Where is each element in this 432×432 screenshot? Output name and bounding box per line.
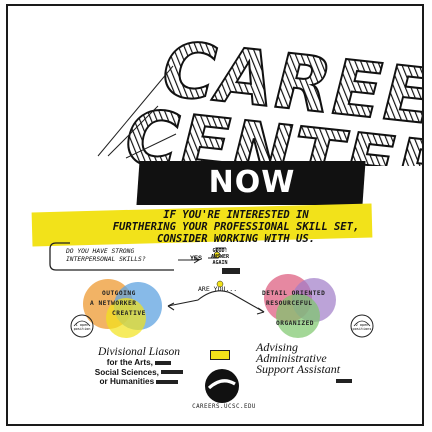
- question-line-1: DO YOU HAVE STRONG: [66, 248, 135, 255]
- trait-detail-oriented: DETAIL ORIENTED: [262, 290, 326, 297]
- right-badge-text: 2 open positions: [352, 323, 372, 331]
- small-sticker-icon: [210, 350, 230, 360]
- trait-resourceful: RESOURCEFUL: [266, 300, 313, 307]
- trait-networker: A NETWORKER: [90, 300, 137, 307]
- career-center-logo-icon: [205, 369, 239, 403]
- headline-lettering: CAREER CENTER: [97, 24, 422, 166]
- redaction: [155, 360, 172, 365]
- arrow-icon: [167, 290, 265, 313]
- job-left-line-1: for the Arts,: [106, 358, 153, 367]
- now-hiring-title: NOW HIRING: [189, 165, 314, 242]
- left-badge-text: 1 open position: [73, 323, 91, 331]
- interpersonal-question: DO YOU HAVE STRONG INTERPERSONAL SKILLS?: [66, 248, 186, 264]
- redaction: [156, 379, 179, 384]
- venn-diagram: [70, 274, 374, 338]
- subtitle-line-1: IF YOU'RE INTERESTED IN: [163, 209, 309, 221]
- subtitle-line-2: FURTHERING YOUR PROFESSIONAL SKILL SET,: [112, 221, 360, 233]
- question-line-2: INTERPERSONAL SKILLS?: [66, 256, 146, 263]
- job-left-title: Divisional Liason: [97, 346, 181, 358]
- job-left-line-2: Social Sciences,: [94, 367, 159, 377]
- careers-url: CAREERS.UCSC.EDU: [192, 404, 256, 410]
- trait-creative: CREATIVE: [112, 310, 146, 317]
- job-divisional-liason: Divisional Liason for the Arts, Social S…: [64, 346, 214, 387]
- trait-outgoing: OUTGOING: [102, 290, 136, 297]
- job-advising-assistant: Advising Administrative Support Assistan…: [256, 341, 376, 386]
- poster: CAREER CENTER NOW HIRING IF YOU'RE INTER…: [6, 4, 424, 426]
- redaction: [161, 370, 184, 375]
- redaction: [336, 379, 352, 384]
- job-left-line-3: or Humanities: [99, 377, 155, 386]
- job-right-line-3: Support Assistant: [256, 362, 341, 376]
- trait-organized: ORGANIZED: [276, 320, 315, 327]
